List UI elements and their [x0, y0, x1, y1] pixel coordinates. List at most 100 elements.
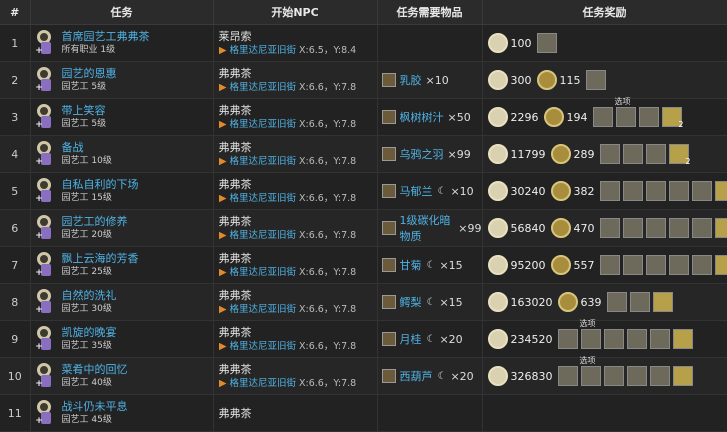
option-label: 选项	[580, 355, 596, 366]
reward-item-icon[interactable]	[692, 181, 712, 201]
reward-item-icon[interactable]: 2	[662, 107, 682, 127]
reward-item-icon[interactable]	[623, 255, 643, 275]
item-icon	[382, 184, 396, 198]
reward-item-icon[interactable]	[600, 181, 620, 201]
reward-item-icon[interactable]	[715, 181, 727, 201]
location-link[interactable]: 格里达尼亚旧街	[230, 118, 297, 132]
required-item-link[interactable]: 乳胶	[400, 72, 422, 88]
quest-requirement: 园艺工 45级	[62, 414, 128, 426]
exp-value: 30240	[511, 185, 546, 198]
reward-item-icon[interactable]	[639, 107, 659, 127]
quest-requirement: 园艺工 30级	[62, 303, 117, 315]
reward-item-icon[interactable]	[715, 218, 727, 238]
quest-name-link[interactable]: 战斗仍未平息	[62, 400, 128, 414]
reward-item-icon[interactable]	[627, 329, 647, 349]
gil-value: 557	[574, 259, 595, 272]
reward-item-icon[interactable]	[607, 292, 627, 312]
exp-icon	[488, 255, 508, 275]
reward-item-icon[interactable]	[600, 144, 620, 164]
reward-item-icon[interactable]: 选项	[581, 329, 601, 349]
reward-item-icon[interactable]	[650, 366, 670, 386]
reward-item-icon[interactable]: 选项	[616, 107, 636, 127]
reward-item-icon[interactable]	[669, 218, 689, 238]
reward-item-icon[interactable]	[673, 366, 693, 386]
reward-item-icon[interactable]	[600, 218, 620, 238]
quest-number: 8	[0, 284, 30, 321]
quest-name-link[interactable]: 自然的洗礼	[62, 289, 117, 303]
quest-name-link[interactable]: 凯旋的晚宴	[62, 326, 117, 340]
header-row: # 任务 开始NPC 任务需要物品 任务奖励	[0, 0, 727, 25]
reward-item-icon[interactable]	[558, 366, 578, 386]
required-item-link[interactable]: 月桂	[400, 331, 422, 347]
quest-number: 2	[0, 62, 30, 99]
reward-item-icon[interactable]	[604, 329, 624, 349]
reward-item-icon[interactable]	[623, 144, 643, 164]
required-qty: ×15	[439, 259, 462, 272]
reward-item-icon[interactable]	[604, 366, 624, 386]
reward-item-icon[interactable]	[646, 144, 666, 164]
required-item-link[interactable]: 乌鸦之羽	[400, 146, 444, 162]
quest-name-link[interactable]: 菜肴中的回忆	[62, 363, 128, 377]
reward-item-icon[interactable]	[586, 70, 606, 90]
required-item-link[interactable]: 1级碳化暗物质	[400, 212, 455, 244]
reward-item-icon[interactable]	[646, 181, 666, 201]
quest-name-link[interactable]: 带上笑容	[62, 104, 107, 118]
required-item-link[interactable]: 马郁兰	[400, 183, 433, 199]
quest-name-link[interactable]: 首席园艺工弗弗茶	[62, 30, 150, 44]
quest-name-link[interactable]: 自私自利的下场	[62, 178, 139, 192]
exp-value: 95200	[511, 259, 546, 272]
reward-item-icon[interactable]	[623, 218, 643, 238]
location-link[interactable]: 格里达尼亚旧街	[230, 377, 297, 391]
location-link[interactable]: 格里达尼亚旧街	[230, 155, 297, 169]
reward-item-icon[interactable]	[669, 181, 689, 201]
option-label: 选项	[580, 318, 596, 329]
quest-name-link[interactable]: 园艺工的修养	[62, 215, 128, 229]
reward-item-icon[interactable]	[692, 255, 712, 275]
col-header-number: #	[0, 0, 30, 25]
reward-item-icon[interactable]	[627, 366, 647, 386]
table-row: 7 + 飘上云海的芳香 园艺工 25级 弗弗茶 格里达尼亚旧街X:6.6，Y:7…	[0, 247, 727, 284]
reward-item-icon[interactable]	[558, 329, 578, 349]
reward-item-icon[interactable]	[653, 292, 673, 312]
reward-item-icon[interactable]	[623, 181, 643, 201]
exp-icon	[488, 218, 508, 238]
quest-name-link[interactable]: 园艺的恩惠	[62, 67, 117, 81]
quest-icon: +	[35, 326, 57, 352]
reward-item-icon[interactable]	[650, 329, 670, 349]
location-link[interactable]: 格里达尼亚旧街	[230, 192, 297, 206]
reward-item-icon[interactable]	[715, 255, 727, 275]
table-row: 1 + 首席园艺工弗弗茶 所有职业 1级 莱昂索 格里达尼亚旧街X:6.5，Y:…	[0, 25, 727, 62]
reward-item-icon[interactable]: 选项	[581, 366, 601, 386]
location-link[interactable]: 格里达尼亚旧街	[230, 229, 297, 243]
quest-name-link[interactable]: 飘上云海的芳香	[62, 252, 139, 266]
required-item-link[interactable]: 鳄梨	[400, 294, 422, 310]
required-item-link[interactable]: 甘菊	[400, 257, 422, 273]
quest-name-link[interactable]: 备战	[62, 141, 112, 155]
location-link[interactable]: 格里达尼亚旧街	[230, 44, 297, 58]
table-row: 3 + 带上笑容 园艺工 5级 弗弗茶 格里达尼亚旧街X:6.6，Y:7.8 枫…	[0, 99, 727, 136]
quest-number: 5	[0, 173, 30, 210]
exp-icon	[488, 33, 508, 53]
exp-icon	[488, 144, 508, 164]
reward-item-icon[interactable]	[593, 107, 613, 127]
reward-item-icon[interactable]: 2	[669, 144, 689, 164]
location-link[interactable]: 格里达尼亚旧街	[230, 303, 297, 317]
reward-item-icon[interactable]	[630, 292, 650, 312]
required-item-link[interactable]: 枫树树汁	[400, 109, 444, 125]
quest-requirement: 园艺工 25级	[62, 266, 139, 278]
reward-item-icon[interactable]	[669, 255, 689, 275]
npc-location: 格里达尼亚旧街X:6.6，Y:7.8	[219, 155, 377, 169]
location-coords: X:6.5，Y:8.4	[299, 44, 356, 58]
reward-item-icon[interactable]	[692, 218, 712, 238]
reward-item-icon[interactable]	[646, 255, 666, 275]
reward-item-icon[interactable]	[537, 33, 557, 53]
reward-item-icon[interactable]	[600, 255, 620, 275]
required-item-link[interactable]: 西葫芦	[400, 368, 433, 384]
reward-item-icon[interactable]	[673, 329, 693, 349]
location-link[interactable]: 格里达尼亚旧街	[230, 266, 297, 280]
gil-value: 382	[574, 185, 595, 198]
col-header-quest: 任务	[30, 0, 213, 25]
reward-item-icon[interactable]	[646, 218, 666, 238]
location-link[interactable]: 格里达尼亚旧街	[230, 81, 297, 95]
location-link[interactable]: 格里达尼亚旧街	[230, 340, 297, 354]
